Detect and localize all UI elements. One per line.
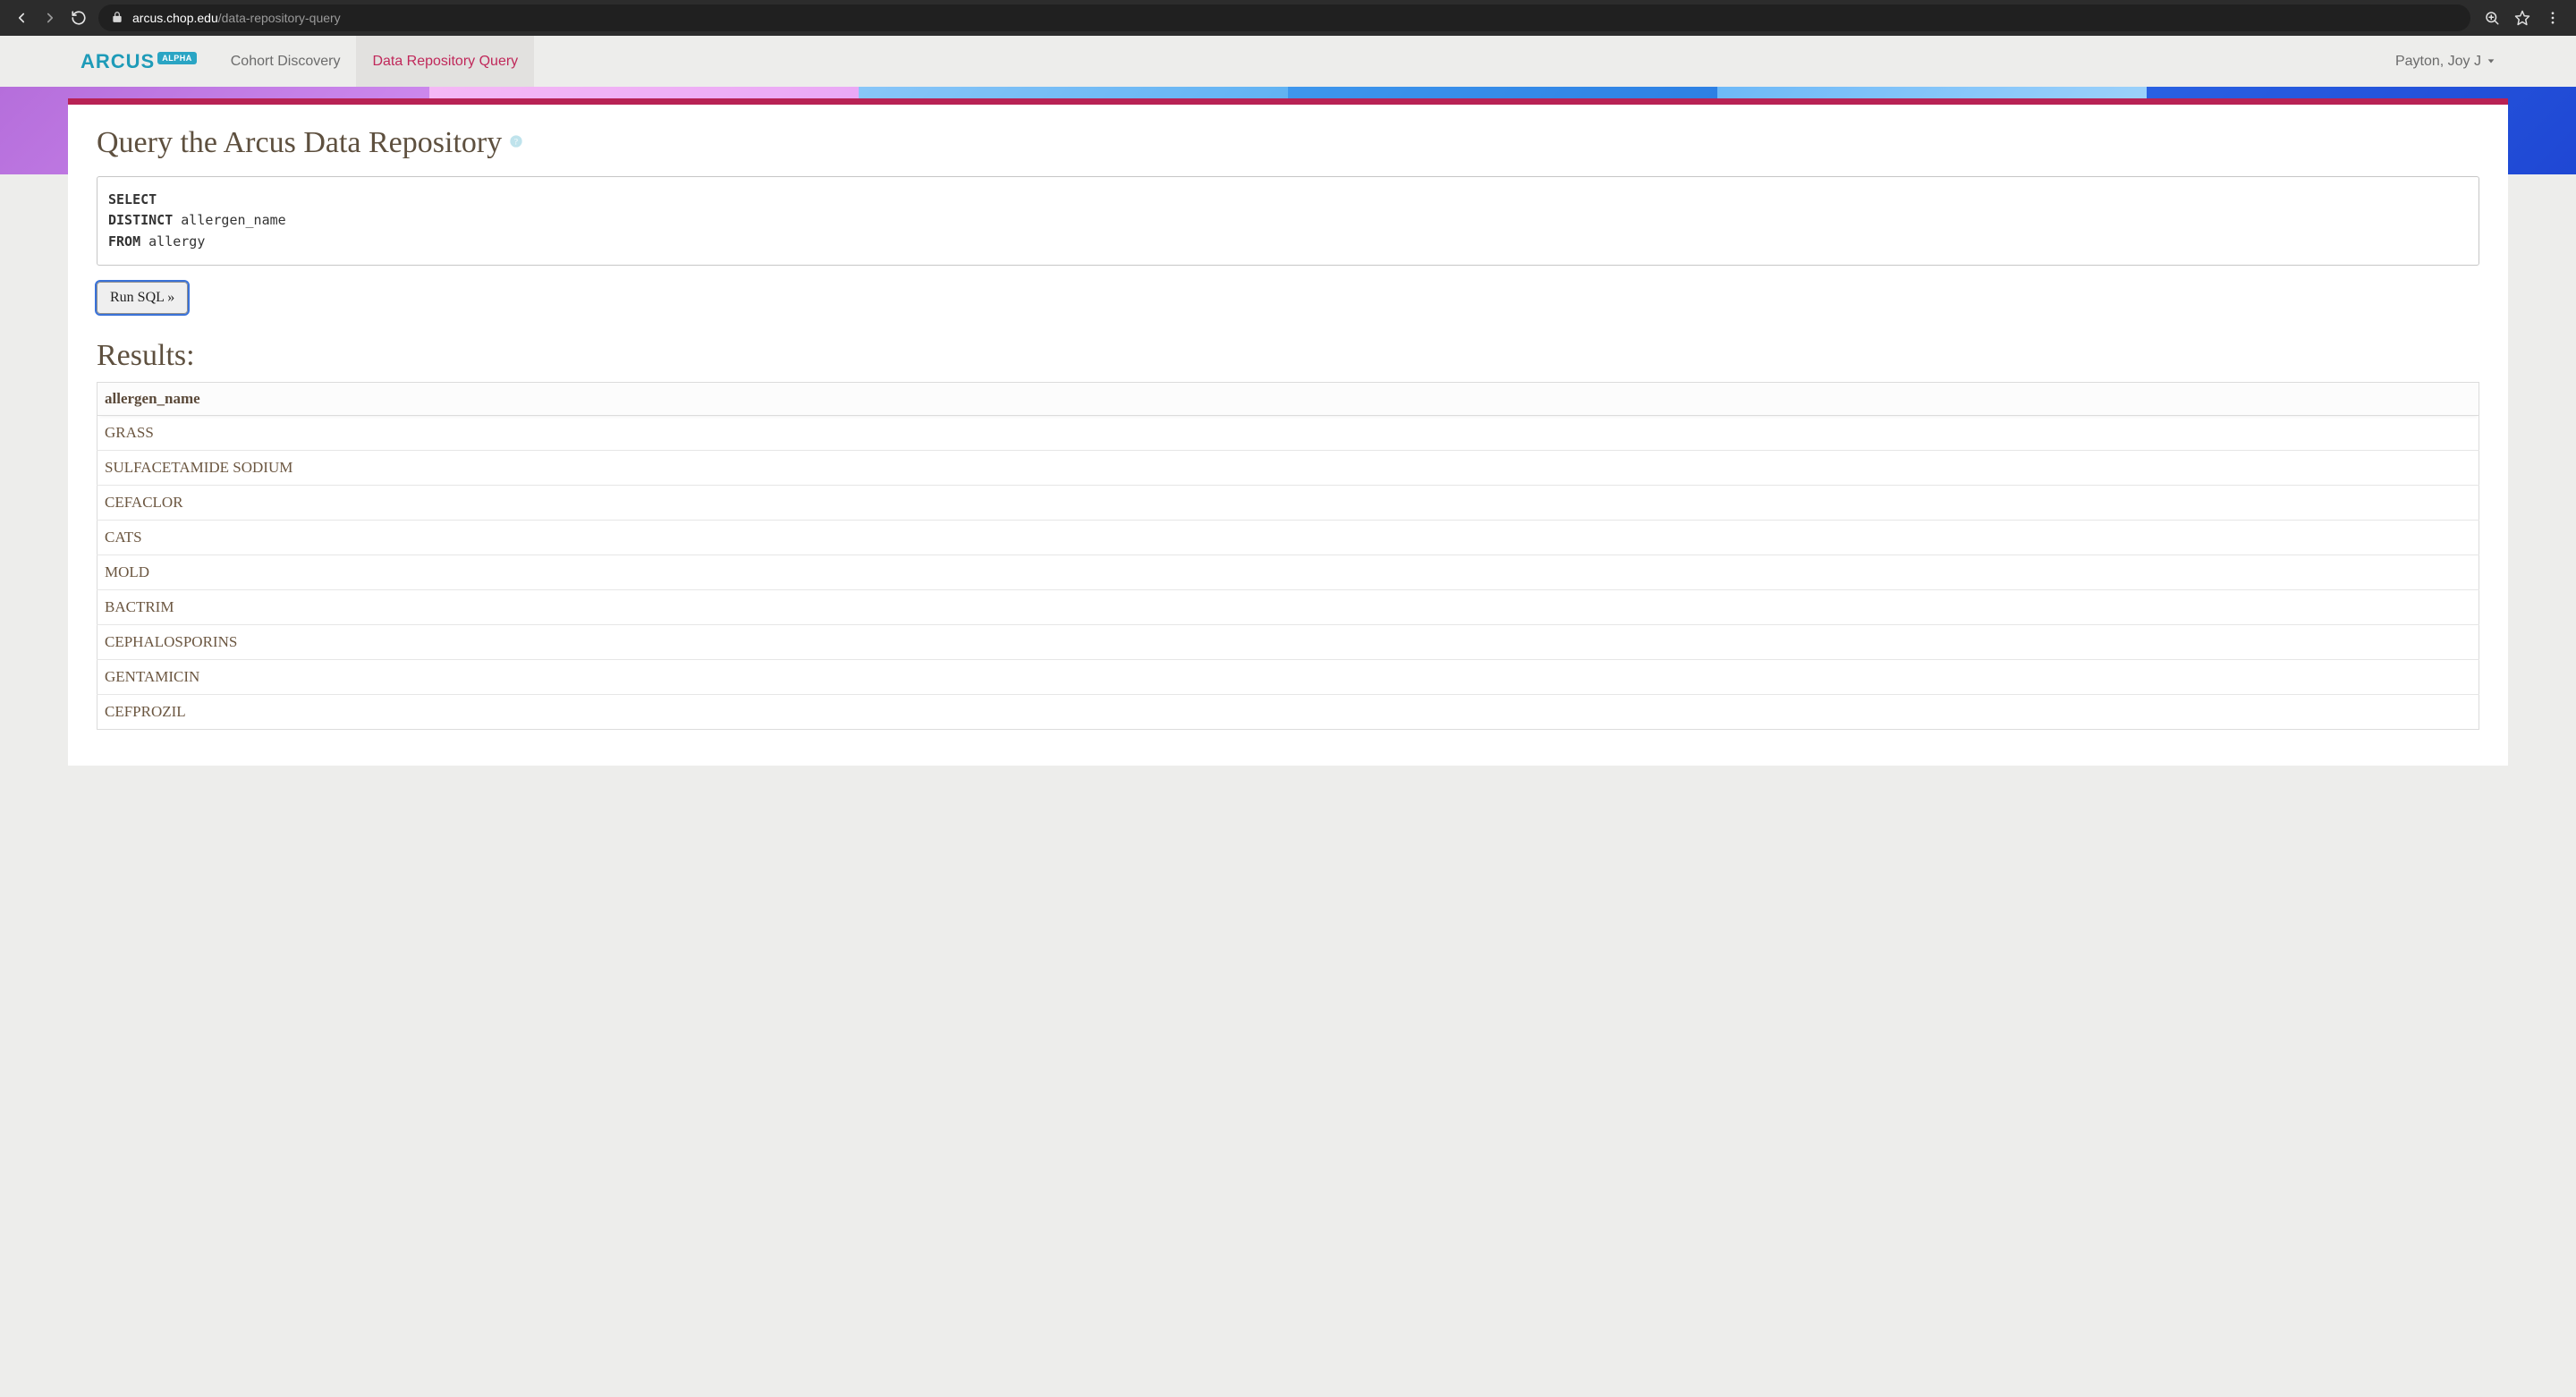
table-cell: CATS: [97, 520, 2479, 555]
table-row: CEFACLOR: [97, 485, 2479, 520]
url-bar[interactable]: arcus.chop.edu/data-repository-query: [98, 4, 2470, 31]
run-sql-button[interactable]: Run SQL »: [97, 282, 188, 314]
table-row: CEFPROZIL: [97, 694, 2479, 729]
table-cell: CEFPROZIL: [97, 694, 2479, 729]
page-title: Query the Arcus Data Repository ?: [97, 126, 2479, 160]
table-cell: CEFACLOR: [97, 485, 2479, 520]
sql-kw-distinct: DISTINCT: [108, 212, 173, 228]
table-row: SULFACETAMIDE SODIUM: [97, 450, 2479, 485]
results-column-header: allergen_name: [97, 382, 2479, 415]
site-header: ARCUSALPHA Cohort DiscoveryData Reposito…: [0, 36, 2576, 87]
nav-tab-data-repository-query[interactable]: Data Repository Query: [356, 36, 534, 87]
table-row: CEPHALOSPORINS: [97, 624, 2479, 659]
chrome-right: [2478, 5, 2567, 30]
browser-chrome: arcus.chop.edu/data-repository-query: [0, 0, 2576, 36]
sql-table: allergy: [140, 233, 205, 250]
results-heading: Results:: [97, 339, 2479, 373]
table-row: MOLD: [97, 555, 2479, 589]
chevron-down-icon: [2487, 54, 2496, 70]
table-cell: GENTAMICIN: [97, 659, 2479, 694]
page-title-text: Query the Arcus Data Repository: [97, 126, 502, 160]
forward-button[interactable]: [38, 5, 63, 30]
sql-editor[interactable]: SELECT DISTINCT allergen_name FROM aller…: [97, 176, 2479, 266]
logo-text: ARCUS: [80, 50, 155, 73]
nav-tabs: Cohort DiscoveryData Repository Query: [215, 36, 534, 87]
table-cell: CEPHALOSPORINS: [97, 624, 2479, 659]
help-icon[interactable]: ?: [509, 134, 523, 153]
table-row: GRASS: [97, 415, 2479, 450]
sql-kw-select: SELECT: [108, 191, 157, 207]
results-table: allergen_name GRASSSULFACETAMIDE SODIUMC…: [97, 382, 2479, 730]
back-button[interactable]: [9, 5, 34, 30]
logo-badge: ALPHA: [157, 52, 197, 64]
nav-tab-cohort-discovery[interactable]: Cohort Discovery: [215, 36, 357, 87]
url-text: arcus.chop.edu/data-repository-query: [132, 11, 2458, 25]
menu-icon[interactable]: [2540, 5, 2565, 30]
table-cell: SULFACETAMIDE SODIUM: [97, 450, 2479, 485]
sql-kw-from: FROM: [108, 233, 140, 250]
site-logo[interactable]: ARCUSALPHA: [80, 36, 215, 87]
zoom-icon[interactable]: [2479, 5, 2504, 30]
table-row: CATS: [97, 520, 2479, 555]
lock-icon: [111, 11, 123, 26]
star-icon[interactable]: [2510, 5, 2535, 30]
table-cell: GRASS: [97, 415, 2479, 450]
url-path: /data-repository-query: [218, 11, 341, 25]
sql-col: allergen_name: [173, 212, 285, 228]
table-cell: MOLD: [97, 555, 2479, 589]
user-name: Payton, Joy J: [2395, 54, 2481, 70]
reload-button[interactable]: [66, 5, 91, 30]
table-cell: BACTRIM: [97, 589, 2479, 624]
table-row: GENTAMICIN: [97, 659, 2479, 694]
url-domain: arcus.chop.edu: [132, 11, 218, 25]
svg-text:?: ?: [514, 138, 518, 147]
nav-buttons: [9, 5, 91, 30]
user-menu[interactable]: Payton, Joy J: [2395, 36, 2576, 87]
table-row: BACTRIM: [97, 589, 2479, 624]
main-card: Query the Arcus Data Repository ? SELECT…: [68, 98, 2508, 766]
